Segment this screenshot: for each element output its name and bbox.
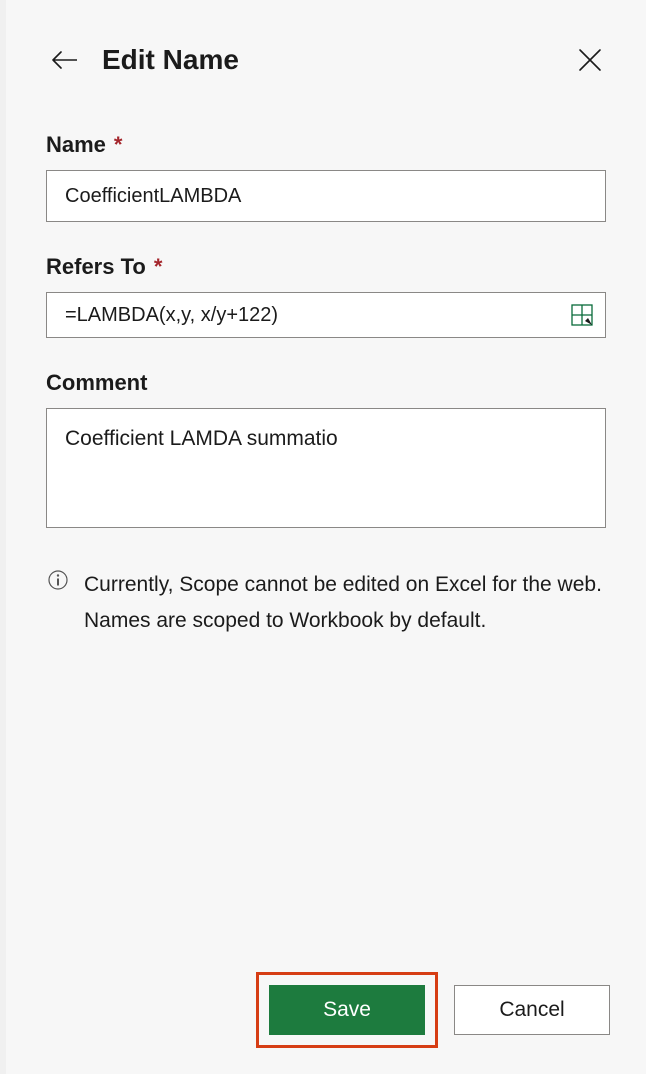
name-input[interactable]: [46, 170, 606, 222]
cancel-button[interactable]: Cancel: [454, 985, 610, 1035]
header-left: Edit Name: [50, 44, 239, 76]
panel-footer: Save Cancel: [256, 972, 610, 1048]
name-label: Name *: [46, 132, 606, 158]
range-picker-icon[interactable]: [568, 301, 596, 329]
refers-to-label: Refers To *: [46, 254, 606, 280]
refers-to-wrapper: [46, 292, 606, 338]
panel-content: Name * Refers To * Comment: [6, 132, 646, 638]
back-arrow-icon[interactable]: [50, 46, 78, 74]
required-asterisk: *: [114, 132, 123, 158]
refers-to-label-text: Refers To: [46, 254, 146, 280]
edit-name-panel: Edit Name Name * Refers To *: [6, 0, 646, 1074]
panel-header: Edit Name: [6, 0, 646, 100]
name-label-text: Name: [46, 132, 106, 158]
refers-to-input[interactable]: [46, 292, 606, 338]
close-icon[interactable]: [574, 44, 606, 76]
comment-label: Comment: [46, 370, 606, 396]
info-row: Currently, Scope cannot be edited on Exc…: [46, 567, 606, 638]
comment-input[interactable]: [46, 408, 606, 528]
info-icon: [48, 570, 70, 592]
save-highlight-box: Save: [256, 972, 438, 1048]
panel-title: Edit Name: [102, 44, 239, 76]
required-asterisk: *: [154, 254, 163, 280]
save-button[interactable]: Save: [269, 985, 425, 1035]
comment-label-text: Comment: [46, 370, 147, 396]
info-text: Currently, Scope cannot be edited on Exc…: [84, 567, 604, 638]
